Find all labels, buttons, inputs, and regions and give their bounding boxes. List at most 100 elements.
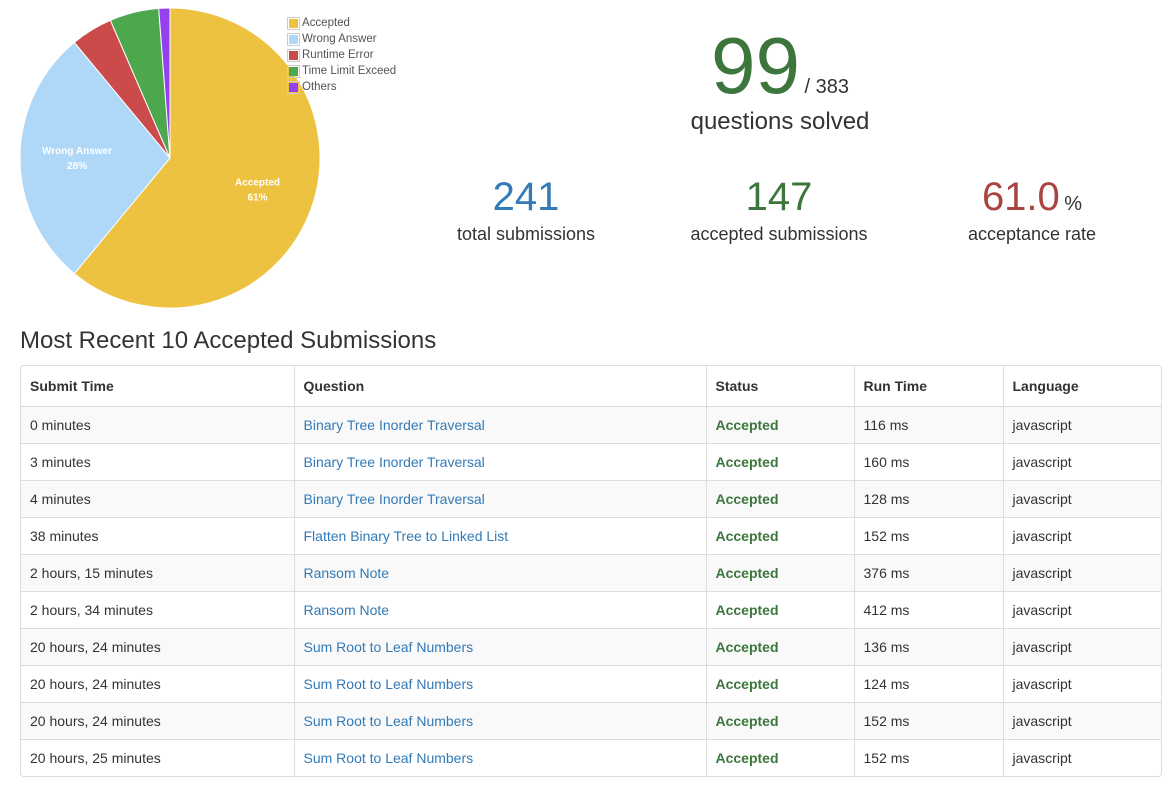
- question-link[interactable]: Ransom Note: [304, 565, 390, 581]
- cell-run-time: 152 ms: [854, 702, 1004, 740]
- header-run-time: Run Time: [854, 366, 1004, 407]
- acceptance-rate-label: acceptance rate: [967, 224, 1097, 244]
- pie-slice-percent: 28%: [67, 161, 87, 172]
- cell-language: javascript: [1003, 739, 1161, 776]
- acceptance-rate-unit: %: [1064, 193, 1083, 215]
- question-link[interactable]: Binary Tree Inorder Traversal: [304, 417, 485, 433]
- header-language: Language: [1003, 366, 1161, 407]
- cell-submit-time: 0 minutes: [21, 406, 295, 444]
- legend-label: Others: [302, 81, 337, 93]
- legend-swatch: [289, 18, 298, 28]
- cell-language: javascript: [1003, 665, 1161, 703]
- cell-language: javascript: [1003, 406, 1161, 444]
- legend-swatch: [289, 50, 298, 60]
- question-link[interactable]: Flatten Binary Tree to Linked List: [304, 528, 509, 544]
- cell-status: Accepted: [706, 665, 855, 703]
- table-header-row: Submit Time Question Status Run Time Lan…: [21, 366, 1161, 407]
- cell-submit-time: 4 minutes: [21, 480, 295, 518]
- cell-language: javascript: [1003, 702, 1161, 740]
- legend-swatch: [289, 66, 298, 76]
- total-submissions-stat: 241 total submissions: [406, 172, 646, 245]
- legend-label: Wrong Answer: [302, 33, 377, 45]
- legend-item-time-limit-exceed: Time Limit Exceed: [287, 63, 396, 79]
- cell-run-time: 376 ms: [854, 554, 1004, 592]
- solved-total: / 383: [804, 76, 849, 98]
- cell-submit-time: 3 minutes: [21, 443, 295, 481]
- legend-item-runtime-error: Runtime Error: [287, 47, 396, 63]
- question-link[interactable]: Sum Root to Leaf Numbers: [304, 639, 474, 655]
- cell-run-time: 412 ms: [854, 591, 1004, 629]
- cell-status: Accepted: [706, 406, 855, 444]
- cell-status: Accepted: [706, 480, 855, 518]
- table-row: 4 minutes Binary Tree Inorder Traversal …: [21, 480, 1161, 518]
- header-submit-time: Submit Time: [21, 366, 295, 407]
- submission-pie-chart: Accepted 61% Wrong Answer 28% Accepted Wron…: [0, 0, 420, 320]
- questions-solved-panel: 99 / 383 questions solved: [640, 22, 920, 136]
- acceptance-rate-value: 61.0: [981, 175, 1060, 219]
- table-row: 3 minutes Binary Tree Inorder Traversal …: [21, 443, 1161, 481]
- legend-label: Accepted: [302, 17, 350, 29]
- table-row: 2 hours, 15 minutes Ransom Note Accepted…: [21, 554, 1161, 592]
- pie-slice-label: Accepted: [235, 178, 280, 189]
- cell-run-time: 152 ms: [854, 517, 1004, 555]
- table-row: 20 hours, 24 minutes Sum Root to Leaf Nu…: [21, 702, 1161, 740]
- table-row: 20 hours, 25 minutes Sum Root to Leaf Nu…: [21, 739, 1161, 776]
- pie-slice-label: Wrong Answer: [42, 146, 112, 157]
- table-row: 38 minutes Flatten Binary Tree to Linked…: [21, 517, 1161, 555]
- cell-language: javascript: [1003, 480, 1161, 518]
- cell-language: javascript: [1003, 443, 1161, 481]
- cell-status: Accepted: [706, 702, 855, 740]
- cell-language: javascript: [1003, 554, 1161, 592]
- cell-run-time: 152 ms: [854, 739, 1004, 776]
- cell-run-time: 136 ms: [854, 628, 1004, 666]
- header-question: Question: [294, 366, 707, 407]
- question-link[interactable]: Binary Tree Inorder Traversal: [304, 454, 485, 470]
- pie-legend: Accepted Wrong Answer Runtime Error Time…: [287, 15, 396, 95]
- cell-status: Accepted: [706, 739, 855, 776]
- pie-slice-percent: 61%: [247, 193, 267, 204]
- question-link[interactable]: Sum Root to Leaf Numbers: [304, 676, 474, 692]
- table-row: 20 hours, 24 minutes Sum Root to Leaf Nu…: [21, 665, 1161, 703]
- cell-run-time: 128 ms: [854, 480, 1004, 518]
- pie-chart-svg: Accepted 61% Wrong Answer 28%: [19, 7, 321, 309]
- cell-language: javascript: [1003, 591, 1161, 629]
- cell-submit-time: 38 minutes: [21, 517, 295, 555]
- question-link[interactable]: Sum Root to Leaf Numbers: [304, 750, 474, 766]
- cell-run-time: 160 ms: [854, 443, 1004, 481]
- cell-submit-time: 2 hours, 34 minutes: [21, 591, 295, 629]
- cell-submit-time: 20 hours, 25 minutes: [21, 739, 295, 776]
- cell-status: Accepted: [706, 554, 855, 592]
- header-status: Status: [706, 366, 855, 407]
- total-submissions-label: total submissions: [456, 224, 596, 244]
- accepted-submissions-value: 147: [745, 175, 813, 219]
- cell-status: Accepted: [706, 628, 855, 666]
- table-row: 0 minutes Binary Tree Inorder Traversal …: [21, 406, 1161, 444]
- recent-submissions-table: Submit Time Question Status Run Time Lan…: [20, 365, 1162, 777]
- cell-language: javascript: [1003, 628, 1161, 666]
- cell-status: Accepted: [706, 517, 855, 555]
- question-link[interactable]: Binary Tree Inorder Traversal: [304, 491, 485, 507]
- cell-submit-time: 20 hours, 24 minutes: [21, 628, 295, 666]
- cell-submit-time: 20 hours, 24 minutes: [21, 702, 295, 740]
- legend-label: Runtime Error: [302, 49, 374, 61]
- legend-label: Time Limit Exceed: [302, 65, 397, 77]
- table-row: 20 hours, 24 minutes Sum Root to Leaf Nu…: [21, 628, 1161, 666]
- legend-swatch: [289, 34, 298, 44]
- table-row: 2 hours, 34 minutes Ransom Note Accepted…: [21, 591, 1161, 629]
- solved-count: 99: [711, 21, 801, 110]
- recent-submissions-title: Most Recent 10 Accepted Submissions: [20, 327, 437, 354]
- legend-item-wrong-answer: Wrong Answer: [287, 31, 396, 47]
- cell-submit-time: 20 hours, 24 minutes: [21, 665, 295, 703]
- acceptance-rate-stat: 61.0 % acceptance rate: [912, 172, 1152, 245]
- accepted-submissions-stat: 147 accepted submissions: [659, 172, 899, 245]
- legend-swatch: [289, 82, 298, 92]
- legend-item-others: Others: [287, 79, 396, 95]
- cell-language: javascript: [1003, 517, 1161, 555]
- solved-label: questions solved: [690, 108, 870, 135]
- cell-run-time: 124 ms: [854, 665, 1004, 703]
- accepted-submissions-label: accepted submissions: [690, 224, 868, 244]
- question-link[interactable]: Sum Root to Leaf Numbers: [304, 713, 474, 729]
- question-link[interactable]: Ransom Note: [304, 602, 390, 618]
- legend-item-accepted: Accepted: [287, 15, 396, 31]
- cell-status: Accepted: [706, 591, 855, 629]
